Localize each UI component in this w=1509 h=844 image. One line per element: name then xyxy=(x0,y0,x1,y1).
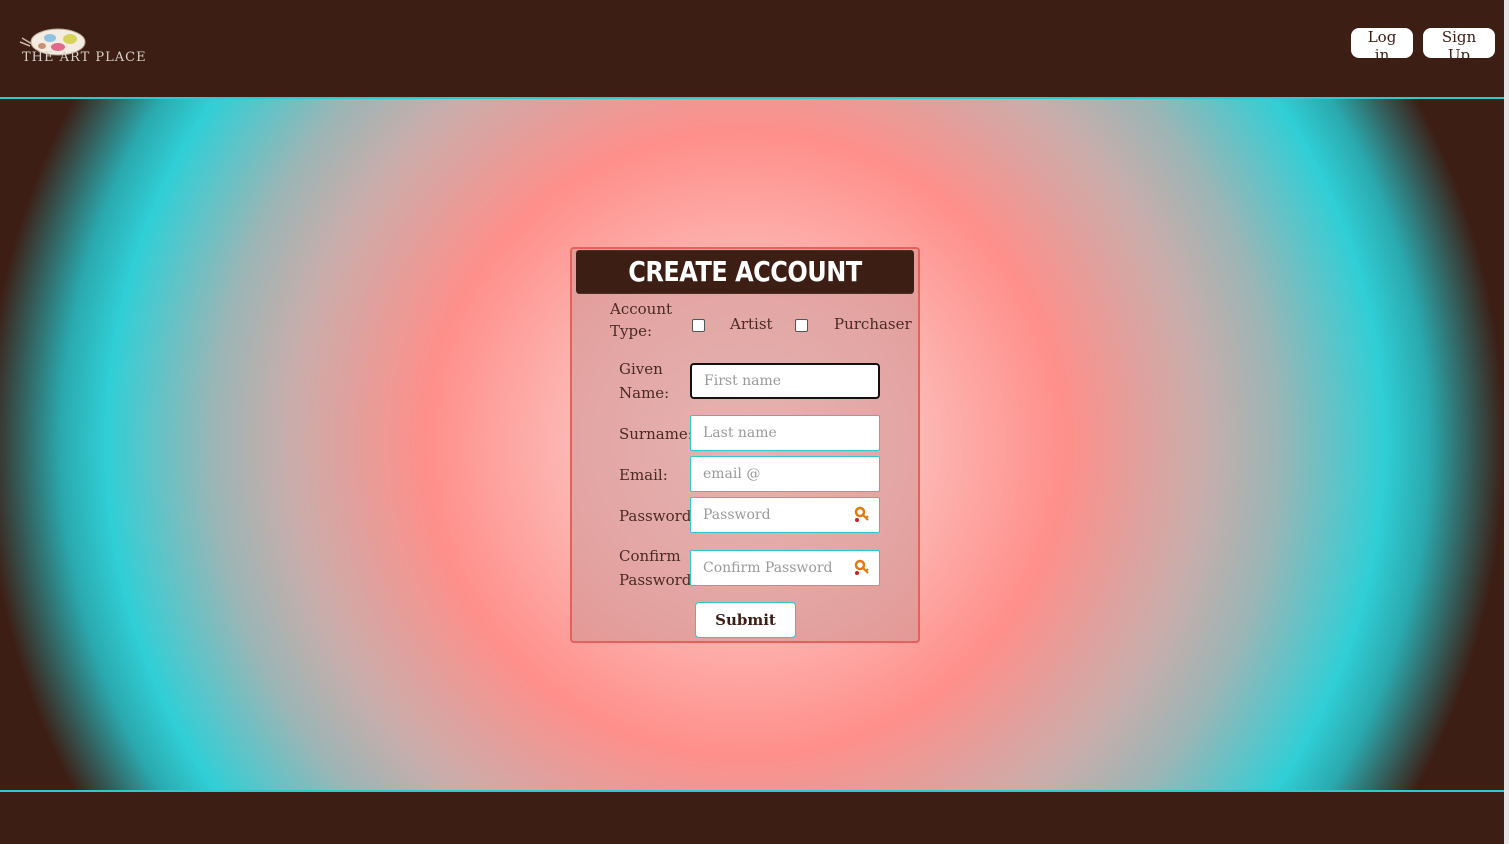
password-key-icon[interactable] xyxy=(853,506,871,524)
confirm-password-key-icon[interactable] xyxy=(853,559,871,577)
signup-button[interactable]: Sign Up xyxy=(1423,28,1495,64)
login-button[interactable]: Log in xyxy=(1351,28,1413,64)
password-label: Password: xyxy=(619,507,697,525)
form-title: CREATE ACCOUNT xyxy=(576,250,914,294)
given-name-label-line2: Name: xyxy=(619,384,670,402)
confirm-password-input[interactable] xyxy=(690,550,880,586)
artist-label: Artist xyxy=(730,315,773,333)
site-header: THE ART PLACE Log in Sign Up xyxy=(0,0,1504,97)
confirm-password-label-line2: Password: xyxy=(619,571,697,589)
purchaser-checkbox[interactable] xyxy=(795,319,808,332)
logo-text: THE ART PLACE xyxy=(22,50,147,65)
given-name-input[interactable] xyxy=(690,363,880,399)
submit-button[interactable]: Submit xyxy=(695,602,796,638)
confirm-password-label-line1: Confirm xyxy=(619,547,681,565)
given-name-label-line1: Given xyxy=(619,360,663,378)
create-account-form: CREATE ACCOUNT Account Type: Artist Purc… xyxy=(570,247,920,643)
purchaser-label: Purchaser xyxy=(834,315,912,333)
surname-label: Surname: xyxy=(619,425,693,443)
password-input[interactable] xyxy=(690,497,880,533)
window-scrollbar[interactable] xyxy=(1504,0,1509,844)
site-footer xyxy=(0,792,1504,844)
surname-input[interactable] xyxy=(690,415,880,451)
email-label: Email: xyxy=(619,466,668,484)
email-input[interactable] xyxy=(690,456,880,492)
artist-checkbox[interactable] xyxy=(692,319,705,332)
account-type-label-line2: Type: xyxy=(610,322,653,340)
account-type-label-line1: Account xyxy=(610,300,673,318)
